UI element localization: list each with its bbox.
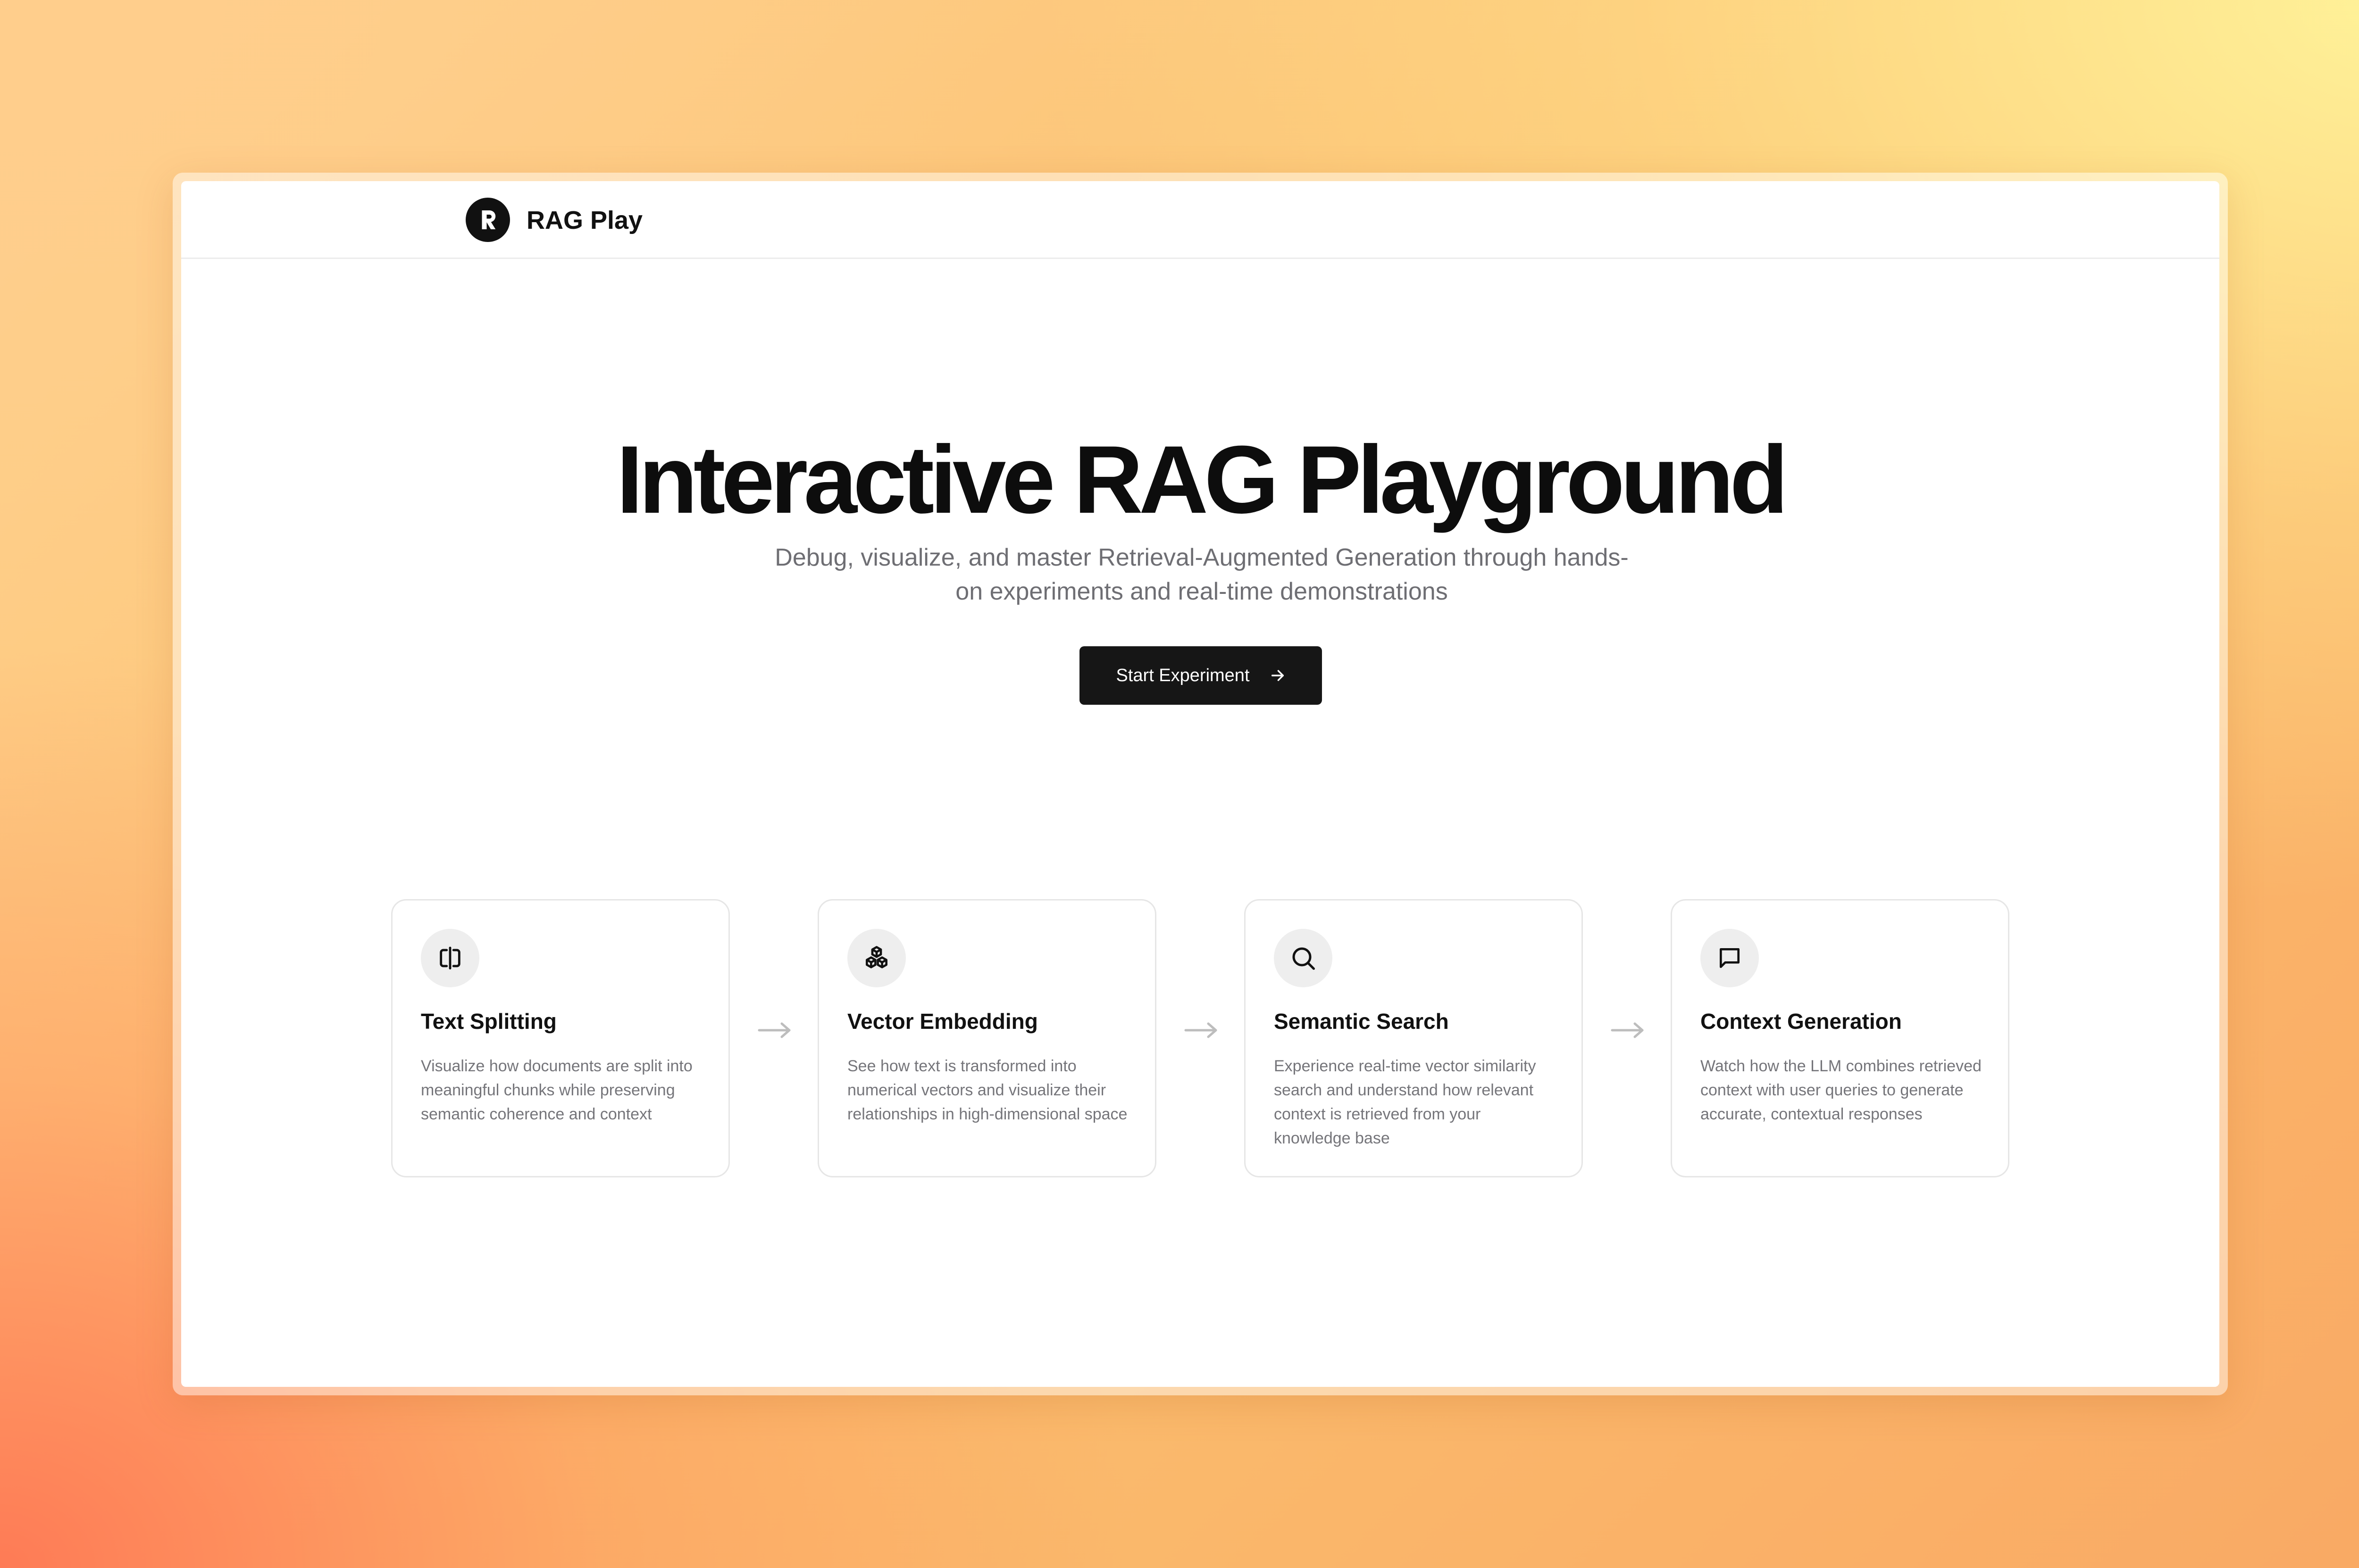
card-description: Visualize how documents are split into m… — [421, 1057, 693, 1123]
card-description: See how text is transformed into numeric… — [847, 1057, 1128, 1123]
card-description: Watch how the LLM combines retrieved con… — [1700, 1057, 1982, 1123]
split-text-icon — [421, 929, 479, 987]
start-experiment-button[interactable]: Start Experiment — [1079, 646, 1322, 705]
chat-bubble-icon — [1700, 929, 1759, 987]
brand-name[interactable]: RAG Play — [527, 204, 643, 237]
navbar: RAG Play — [181, 181, 2219, 259]
feature-card-vector-embedding[interactable]: Vector Embedding See how text is transfo… — [818, 899, 1156, 1177]
search-icon — [1274, 929, 1332, 987]
card-title: Semantic Search — [1274, 1009, 1449, 1034]
flow-arrow-icon — [1184, 1022, 1217, 1038]
embedding-cubes-icon — [847, 929, 906, 987]
hero-title: Interactive RAG Playground — [616, 426, 1788, 534]
feature-card-context-generation[interactable]: Context Generation Watch how the LLM com… — [1671, 899, 2009, 1177]
feature-card-semantic-search[interactable]: Semantic Search Experience real-time vec… — [1244, 899, 1583, 1177]
hero-subtitle: Debug, visualize, and master Retrieval-A… — [775, 544, 1629, 605]
rag-logo-icon[interactable] — [466, 198, 510, 242]
feature-card-text-splitting[interactable]: Text Splitting Visualize how documents a… — [391, 899, 730, 1177]
app-window: RAG Play Interactive RAG Playground Debu… — [181, 181, 2219, 1387]
flow-arrow-icon — [758, 1022, 791, 1038]
arrow-right-icon — [1271, 670, 1284, 681]
start-experiment-label: Start Experiment — [1116, 665, 1250, 685]
card-title: Context Generation — [1700, 1009, 1902, 1034]
card-title: Vector Embedding — [847, 1009, 1038, 1034]
flow-arrow-icon — [1611, 1022, 1644, 1038]
card-description: Experience real-time vector similarity s… — [1274, 1057, 1536, 1147]
card-title: Text Splitting — [421, 1009, 557, 1034]
